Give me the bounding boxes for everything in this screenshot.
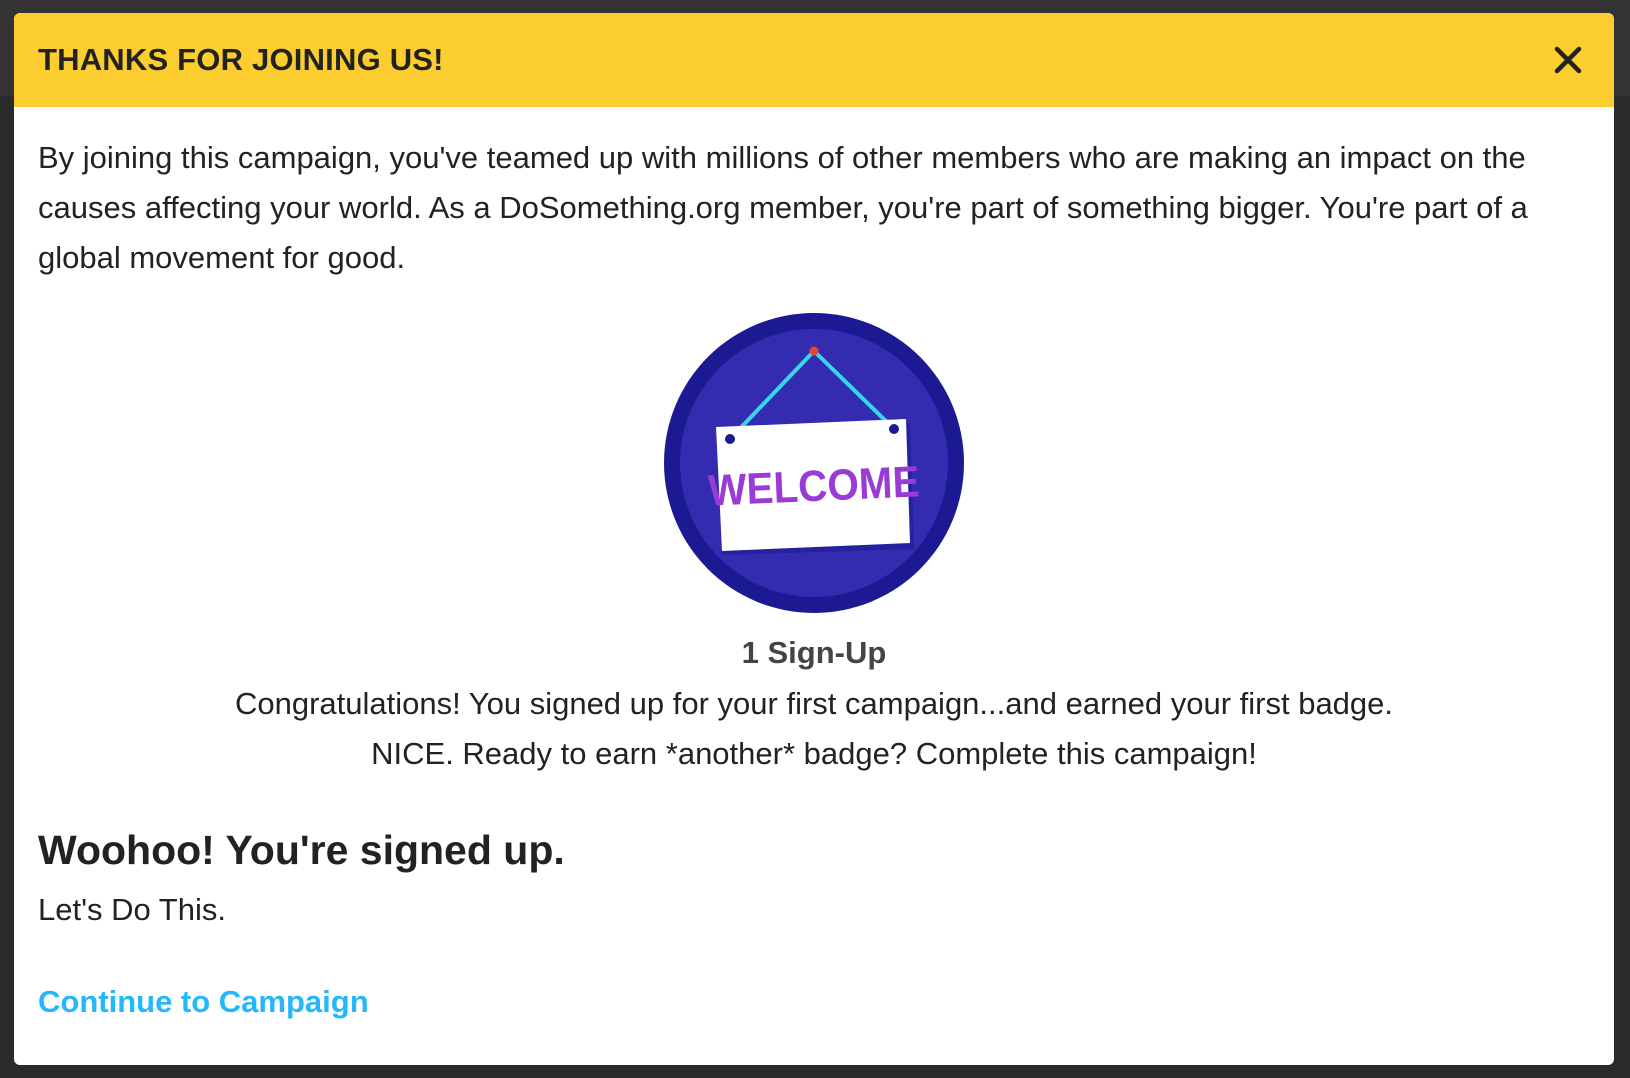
intro-text: By joining this campaign, you've teamed … xyxy=(38,140,1528,275)
modal-body: By joining this campaign, you've teamed … xyxy=(14,107,1614,1020)
signup-modal: THANKS FOR JOINING US! By joining this c… xyxy=(14,13,1614,1065)
welcome-sign-badge-icon: WELCOME xyxy=(664,313,964,613)
badge-container: WELCOME xyxy=(38,313,1590,613)
modal-title: THANKS FOR JOINING US! xyxy=(38,42,444,77)
continue-to-campaign-link[interactable]: Continue to Campaign xyxy=(38,984,369,1020)
close-icon xyxy=(1554,46,1582,74)
signed-up-heading: Woohoo! You're signed up. xyxy=(38,827,565,873)
close-button[interactable] xyxy=(1546,38,1590,82)
badge-description: Congratulations! You signed up for your … xyxy=(234,686,1394,771)
modal-header: THANKS FOR JOINING US! xyxy=(14,13,1614,107)
badge-title: 1 Sign-Up xyxy=(741,635,887,670)
badge-sign-text: WELCOME xyxy=(707,457,920,515)
signed-up-subheading: Let's Do This. xyxy=(38,892,226,927)
